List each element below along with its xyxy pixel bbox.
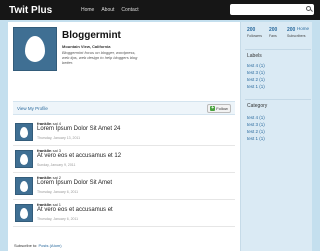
subscribe-link[interactable]: Posts (Atom)	[38, 243, 61, 248]
profile-action-bar: View My Profile + Follow	[13, 101, 235, 115]
search-icon[interactable]	[306, 6, 311, 11]
tweet-text[interactable]: At vero eos et accusamus et 12	[37, 153, 121, 159]
nav-home[interactable]: Home	[81, 7, 94, 13]
plus-icon: +	[210, 105, 216, 111]
category-link[interactable]: test 1 (1)	[247, 135, 265, 142]
follow-button[interactable]: + Follow	[207, 104, 231, 113]
profile-header: Bloggermint Mountain View, California Bl…	[13, 27, 235, 83]
labels-title: Labels	[247, 53, 262, 59]
avatar[interactable]	[15, 177, 33, 195]
stat-number: 200	[247, 27, 256, 33]
main-column: Bloggermint Mountain View, California Bl…	[8, 22, 240, 251]
stat-label: Followers	[247, 34, 262, 38]
nav-about[interactable]: About	[101, 7, 114, 13]
stat-label: Fans	[269, 34, 277, 38]
view-profile-link[interactable]: View My Profile	[17, 106, 48, 111]
label-link[interactable]: test 3 (1)	[247, 69, 265, 76]
tweet-date: Thursday, January 13, 2011	[37, 136, 81, 140]
category-link[interactable]: test 2 (1)	[247, 128, 265, 135]
tweet-text[interactable]: Lorem Ipsum Dolor Sit Amet	[37, 180, 112, 186]
nav-contact[interactable]: Contact	[121, 7, 138, 13]
egg-avatar-icon	[25, 36, 45, 62]
sidebar: 200 Followers 200 Fans 200 Subscribers H…	[240, 22, 312, 251]
avatar[interactable]	[15, 123, 33, 141]
egg-avatar-icon	[20, 180, 28, 192]
stat-label: Subscribers	[287, 34, 306, 38]
egg-avatar-icon	[20, 153, 28, 165]
tweet-date: Sunday, January 9, 2011	[37, 163, 76, 167]
egg-avatar-icon	[20, 126, 28, 138]
egg-avatar-icon	[20, 207, 28, 219]
stat-fans[interactable]: 200 Fans	[269, 27, 277, 38]
tweet-date: Thursday, January 6, 2011	[37, 190, 79, 194]
list-item: franklin sai 2 Lorem Ipsum Dolor Sit Ame…	[13, 173, 235, 200]
category-link[interactable]: test 3 (1)	[247, 121, 265, 128]
site-title[interactable]: Twit Plus	[9, 5, 81, 16]
tweet-date: Thursday, January 6, 2011	[37, 217, 79, 221]
labels-list: test 4 (1) test 3 (1) test 2 (1) test 1 …	[247, 62, 265, 90]
category-link[interactable]: test 4 (1)	[247, 114, 265, 121]
category-list: test 4 (1) test 3 (1) test 2 (1) test 1 …	[247, 114, 265, 142]
stat-number: 200	[269, 27, 278, 33]
list-item: franklin sai 4 Lorem Ipsum Dolor Sit Ame…	[13, 119, 235, 146]
avatar[interactable]	[13, 27, 57, 71]
label-link[interactable]: test 2 (1)	[247, 76, 265, 83]
list-item: franklin sai 1 At vero eos et accusamus …	[13, 200, 235, 227]
home-link[interactable]: Home	[297, 26, 309, 31]
divider	[245, 99, 311, 100]
follow-label: Follow	[216, 106, 228, 111]
search-input[interactable]	[230, 4, 314, 15]
avatar[interactable]	[15, 204, 33, 222]
stat-followers[interactable]: 200 Followers	[247, 27, 262, 38]
subscribe-label: Subscribe to:	[14, 243, 38, 248]
list-item: franklin sai 3 At vero eos et accusamus …	[13, 146, 235, 173]
profile-name: Bloggermint	[62, 30, 121, 41]
profile-location: Mountain View, California	[62, 44, 111, 49]
top-bar: Twit Plus Home About Contact	[0, 0, 320, 20]
top-nav: Home About Contact	[81, 7, 139, 13]
category-title: Category	[247, 103, 268, 109]
divider	[245, 49, 311, 50]
profile-bio: Bloggermint focus on blogger, wordpress,…	[62, 50, 138, 65]
label-link[interactable]: test 1 (1)	[247, 83, 265, 90]
tweet-text[interactable]: At vero eos et accusamus et	[37, 207, 113, 213]
subscribe-line: Subscribe to: Posts (Atom)	[14, 243, 62, 248]
tweet-text[interactable]: Lorem Ipsum Dolor Sit Amet 24	[37, 126, 120, 132]
label-link[interactable]: test 4 (1)	[247, 62, 265, 69]
avatar[interactable]	[15, 150, 33, 168]
